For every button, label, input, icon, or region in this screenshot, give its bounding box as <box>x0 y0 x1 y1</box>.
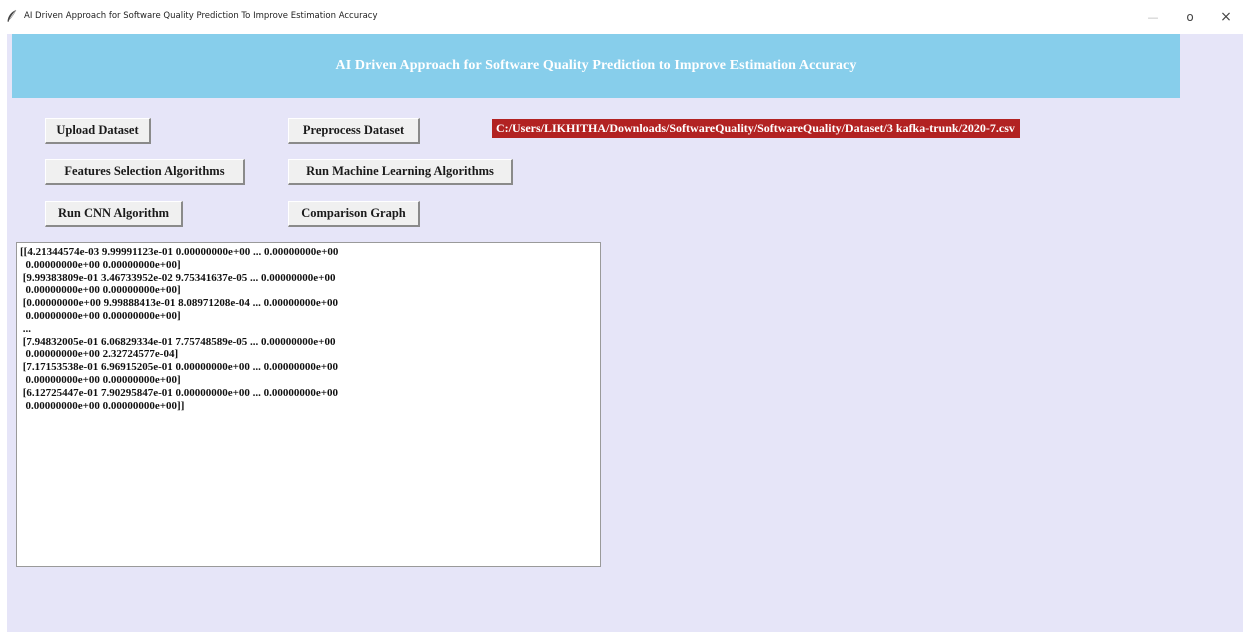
output-text-area[interactable]: [[4.21344574e-03 9.99991123e-01 0.000000… <box>16 242 601 567</box>
header-banner: AI Driven Approach for Software Quality … <box>12 34 1180 98</box>
features-selection-button[interactable]: Features Selection Algorithms <box>45 159 245 185</box>
app-heading: AI Driven Approach for Software Quality … <box>335 58 857 73</box>
comparison-graph-button[interactable]: Comparison Graph <box>288 201 420 227</box>
upload-dataset-button[interactable]: Upload Dataset <box>45 118 151 144</box>
preprocess-dataset-button[interactable]: Preprocess Dataset <box>288 118 420 144</box>
window-title: AI Driven Approach for Software Quality … <box>24 11 378 21</box>
main-window-client: AI Driven Approach for Software Quality … <box>7 34 1243 632</box>
title-bar: AI Driven Approach for Software Quality … <box>0 0 1243 34</box>
feather-icon <box>7 9 17 22</box>
close-button[interactable]: × <box>1206 6 1243 28</box>
run-ml-algorithms-button[interactable]: Run Machine Learning Algorithms <box>288 159 513 185</box>
run-cnn-button[interactable]: Run CNN Algorithm <box>45 201 183 227</box>
minimize-button[interactable]: — <box>1133 6 1173 28</box>
maximize-button[interactable]: o <box>1170 6 1210 28</box>
dataset-path-label: C:/Users/LIKHITHA/Downloads/SoftwareQual… <box>492 119 1020 138</box>
